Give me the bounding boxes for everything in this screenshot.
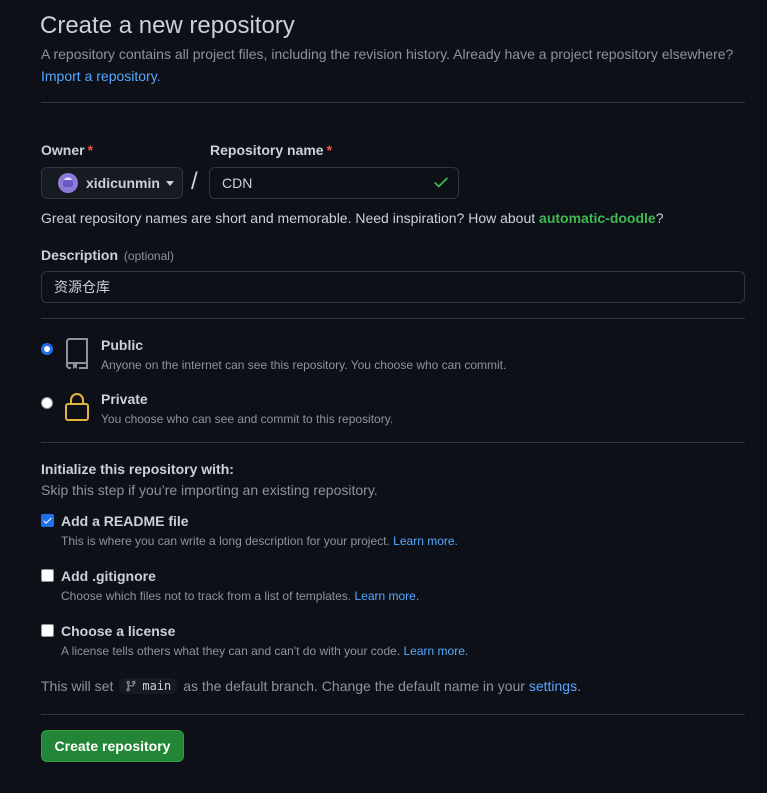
gitignore-learn-more-link[interactable]: Learn more. xyxy=(354,589,419,603)
readme-checkbox[interactable] xyxy=(41,514,54,527)
owner-repo-separator: / xyxy=(191,168,198,195)
branch-chip: main xyxy=(119,678,178,694)
gitignore-checkbox[interactable] xyxy=(41,569,54,582)
license-checkbox[interactable] xyxy=(41,624,54,637)
private-radio[interactable] xyxy=(41,397,53,409)
public-desc: Anyone on the internet can see this repo… xyxy=(101,358,507,372)
readme-desc: This is where you can write a long descr… xyxy=(61,534,458,548)
readme-desc-text: This is where you can write a long descr… xyxy=(61,534,390,548)
readme-learn-more-link[interactable]: Learn more. xyxy=(393,534,458,548)
repo-name-label: Repository name * xyxy=(210,142,332,158)
page-title: Create a new repository xyxy=(40,12,295,39)
required-mark: * xyxy=(326,142,333,158)
public-radio[interactable] xyxy=(41,343,53,355)
branch-suffix: . xyxy=(577,678,581,694)
divider xyxy=(41,442,745,443)
gitignore-desc: Choose which files not to track from a l… xyxy=(61,589,419,603)
lock-icon xyxy=(65,393,89,421)
settings-link[interactable]: settings xyxy=(529,678,577,694)
init-subheading: Skip this step if you’re importing an ex… xyxy=(41,482,378,498)
owner-label-text: Owner xyxy=(41,142,85,158)
branch-middle: as the default branch. Change the defaul… xyxy=(183,678,525,694)
gitignore-title: Add .gitignore xyxy=(61,568,156,584)
description-label: Description (optional) xyxy=(41,247,174,263)
license-title: Choose a license xyxy=(61,623,176,639)
description-input[interactable] xyxy=(41,271,745,303)
description-label-text: Description xyxy=(41,247,119,263)
branch-name: main xyxy=(142,679,172,693)
license-learn-more-link[interactable]: Learn more. xyxy=(404,644,469,658)
license-desc-text: A license tells others what they can and… xyxy=(61,644,401,658)
create-repository-button[interactable]: Create repository xyxy=(41,730,184,762)
divider xyxy=(41,714,745,715)
readme-title: Add a README file xyxy=(61,513,189,529)
repo-name-input[interactable] xyxy=(209,167,459,199)
default-branch-note: This will set main as the default branch… xyxy=(41,678,581,694)
owner-name: xidicunmin xyxy=(86,175,160,191)
caret-down-icon xyxy=(165,180,174,186)
book-repo-icon xyxy=(66,338,88,369)
gitignore-desc-text: Choose which files not to track from a l… xyxy=(61,589,352,603)
check-icon xyxy=(434,177,448,188)
page-subtitle: A repository contains all project files,… xyxy=(41,46,734,62)
repo-name-label-text: Repository name xyxy=(210,142,324,158)
name-suggestion[interactable]: automatic-doodle xyxy=(539,210,656,226)
divider xyxy=(41,318,745,319)
branch-prefix: This will set xyxy=(41,678,114,694)
check-icon xyxy=(43,517,52,524)
repo-name-hint: Great repository names are short and mem… xyxy=(41,210,664,226)
hint-prefix: Great repository names are short and mem… xyxy=(41,210,540,226)
avatar xyxy=(58,173,78,193)
private-desc: You choose who can see and commit to thi… xyxy=(101,412,394,426)
owner-label: Owner * xyxy=(41,142,93,158)
private-title: Private xyxy=(101,391,148,407)
license-desc: A license tells others what they can and… xyxy=(61,644,468,658)
owner-dropdown[interactable]: xidicunmin xyxy=(41,167,183,199)
divider xyxy=(41,102,745,103)
public-title: Public xyxy=(101,337,144,353)
optional-tag: (optional) xyxy=(123,249,174,263)
hint-suffix: ? xyxy=(655,210,664,226)
required-mark: * xyxy=(87,142,94,158)
git-branch-icon xyxy=(126,680,136,692)
import-repository-link[interactable]: Import a repository. xyxy=(41,68,161,84)
init-heading: Initialize this repository with: xyxy=(41,461,234,477)
